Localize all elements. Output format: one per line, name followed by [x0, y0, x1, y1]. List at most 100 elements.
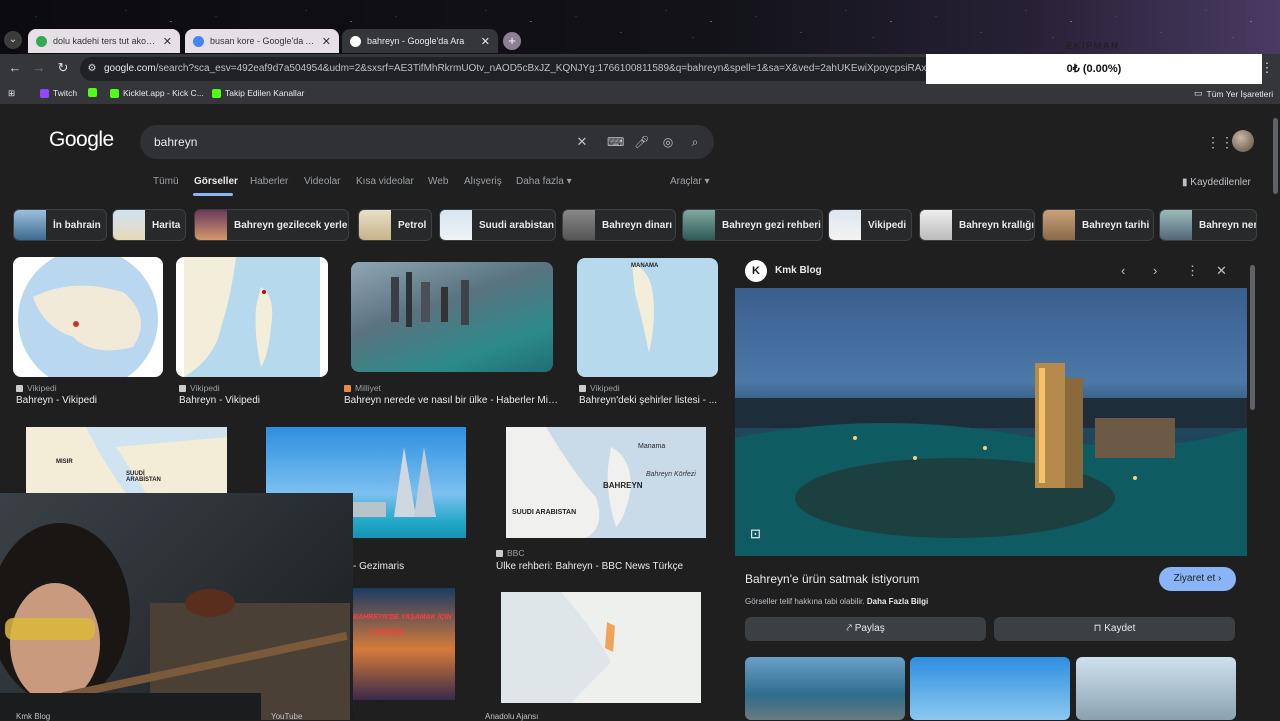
search-icon[interactable]: ⌕ [688, 135, 702, 149]
chip-kingdom[interactable]: Bahreyn krallığı [919, 209, 1035, 241]
wikipedia-icon [16, 384, 23, 392]
result-source: Vikipedi [16, 383, 57, 393]
chip-travel-guide[interactable]: Bahreyn gezi rehberi [682, 209, 823, 241]
avatar[interactable] [1232, 130, 1254, 152]
share-button[interactable]: ⤤ Paylaş [745, 617, 986, 641]
bookmark-followed[interactable]: Takip Edilen Kanallar [212, 88, 304, 98]
forward-icon[interactable]: → [31, 60, 47, 76]
chip-thumbnail [440, 210, 472, 240]
all-bookmarks[interactable]: ▭ Tüm Yer İşaretleri [1194, 88, 1273, 99]
tab-busan[interactable]: busan kore - Google'da Ara ✕ [185, 29, 339, 53]
microphone-icon[interactable]: 🎤︎ [634, 135, 649, 149]
search-input[interactable]: bahreyn [140, 125, 714, 159]
menu-icon[interactable]: ⋮ [1259, 60, 1275, 76]
more-info-link[interactable]: Daha Fazla Bilgi [867, 597, 928, 606]
map-label-gulf: Bahreyn Körfezi [646, 471, 696, 478]
filter-web[interactable]: Web [428, 176, 448, 187]
tab-guitar[interactable]: dolu kadehi ters tut akor, gitar ✕ [28, 29, 180, 53]
bookmark-label: Takip Edilen Kanallar [225, 88, 305, 98]
google-apps-icon[interactable]: ⋮⋮ [1206, 134, 1234, 151]
result-image-map[interactable] [176, 257, 328, 377]
result-image-aa-map[interactable] [501, 592, 701, 703]
chip-label: Petrol [398, 219, 427, 231]
result-title[interactable]: Bahreyn nerede ve nasıl bir ülke - Haber… [344, 395, 560, 406]
filter-shopping[interactable]: Alışveriş [464, 176, 502, 187]
copyright-note: Görseller telif hakkına tabi olabilir. D… [745, 597, 928, 606]
lens-icon[interactable]: ⊡ [750, 526, 761, 542]
reload-icon[interactable]: ↻ [55, 60, 71, 76]
chip-wikipedia[interactable]: Vikipedi [828, 209, 912, 241]
twitch-icon [40, 88, 49, 98]
panel-scrollbar[interactable] [1250, 265, 1255, 410]
panel-title[interactable]: Bahreyn'e ürün satmak istiyorum [745, 572, 919, 586]
chip-oil[interactable]: Petrol [358, 209, 432, 241]
chip-in-bahrain[interactable]: İn bahrain [13, 209, 107, 241]
chip-label: Bahreyn dinarı [602, 219, 673, 231]
new-tab-button[interactable]: + [503, 32, 521, 50]
panel-site-name[interactable]: Kmk Blog [775, 265, 822, 276]
related-image[interactable] [745, 657, 905, 720]
result-image-region-map[interactable]: MISIR SUUDİ ARABİSTAN [26, 427, 227, 493]
close-icon[interactable]: ✕ [322, 35, 331, 48]
tab-bahreyn[interactable]: bahreyn - Google'da Ara ✕ [342, 29, 498, 53]
saved-link[interactable]: ▮ Kaydedilenler [1182, 177, 1251, 188]
next-image-icon[interactable]: › [1153, 263, 1157, 278]
save-button[interactable]: ⊓ Kaydet [994, 617, 1235, 641]
tab-title: busan kore - Google'da Ara [210, 36, 316, 46]
apps-icon[interactable]: ⊞ [8, 88, 15, 99]
rights-text: Görseller telif hakkına tabi olabilir. [745, 597, 865, 606]
chip-label: İn bahrain [53, 219, 101, 231]
bookmark-twitch[interactable]: Twitch [40, 88, 77, 98]
selected-filter-indicator [193, 193, 233, 196]
filter-images[interactable]: Görseller [194, 176, 238, 187]
tab-title: bahreyn - Google'da Ara [367, 36, 465, 46]
filter-videos[interactable]: Videolar [304, 176, 341, 187]
bookmark-kicklet[interactable]: Kicklet.app - Kick C... [110, 88, 204, 98]
filter-more[interactable]: Daha fazla ▾ [516, 176, 572, 187]
result-title[interactable]: Bahreyn - Vikipedi [16, 395, 166, 406]
url-path: /search?sca_esv=492eaf9d7a504954&udm=2&s… [155, 63, 1002, 74]
tools-button[interactable]: Araçlar ▾ [670, 176, 709, 187]
google-logo[interactable]: Google [49, 128, 114, 152]
chip-history[interactable]: Bahreyn tarihi [1042, 209, 1154, 241]
chip-thumbnail [1043, 210, 1075, 240]
chip-map[interactable]: Harita [112, 209, 186, 241]
aa-map-image [501, 592, 701, 703]
related-image[interactable] [1076, 657, 1236, 720]
result-title[interactable]: Bahreyn - Vikipedi [179, 395, 329, 406]
tab-search-icon[interactable]: ⌄ [4, 31, 22, 49]
bookmarks-bar: ⊞ Twitch Kicklet.app - Kick C... Takip E… [0, 84, 1280, 104]
site-info-icon[interactable]: ⚙ [84, 61, 100, 77]
keyboard-icon[interactable]: ⌨ [607, 135, 624, 149]
visit-button[interactable]: Ziyaret et › [1159, 567, 1236, 591]
filter-news[interactable]: Haberler [250, 176, 288, 187]
chip-dinar[interactable]: Bahreyn dinarı [562, 209, 676, 241]
back-icon[interactable]: ← [7, 60, 23, 76]
chip-saudi[interactable]: Suudi arabistan [439, 209, 556, 241]
filter-all[interactable]: Tümü [153, 176, 179, 187]
clear-icon[interactable]: ✕ [575, 135, 589, 149]
page-scrollbar[interactable] [1273, 118, 1278, 194]
chip-places[interactable]: Bahreyn gezilecek yerler [194, 209, 349, 241]
google-favicon-icon [350, 35, 361, 47]
result-title[interactable]: Ülke rehberi: Bahreyn - BBC News Türkçe [496, 561, 711, 572]
more-options-icon[interactable]: ⋮ [1186, 263, 1199, 279]
result-image-bbc-map[interactable]: Manama BAHREYN Bahreyn Körfezi SUUDI ARA… [506, 427, 706, 538]
close-icon[interactable]: ✕ [481, 35, 490, 48]
result-image-aerial[interactable] [351, 262, 553, 372]
related-image[interactable] [910, 657, 1070, 720]
chip-where[interactable]: Bahreyn nere [1159, 209, 1257, 241]
result-title[interactable]: - Gezimaris [353, 561, 473, 572]
result-title[interactable]: Bahreyn'deki şehirler listesi - ... [579, 395, 718, 406]
chip-thumbnail [195, 210, 227, 240]
filter-short-videos[interactable]: Kısa videolar [356, 176, 414, 187]
bookmark-label: Kicklet.app - Kick C... [123, 88, 204, 98]
prev-image-icon[interactable]: ‹ [1121, 263, 1125, 278]
bookmark-kick[interactable] [88, 88, 97, 97]
panel-main-image[interactable]: ⊡ [735, 288, 1247, 556]
lens-icon[interactable]: ◎ [661, 135, 675, 149]
result-image-globe[interactable] [13, 257, 163, 377]
close-panel-icon[interactable]: ✕ [1216, 263, 1227, 279]
close-icon[interactable]: ✕ [163, 35, 172, 48]
result-image-map-cities[interactable]: MANAMA [577, 258, 718, 377]
